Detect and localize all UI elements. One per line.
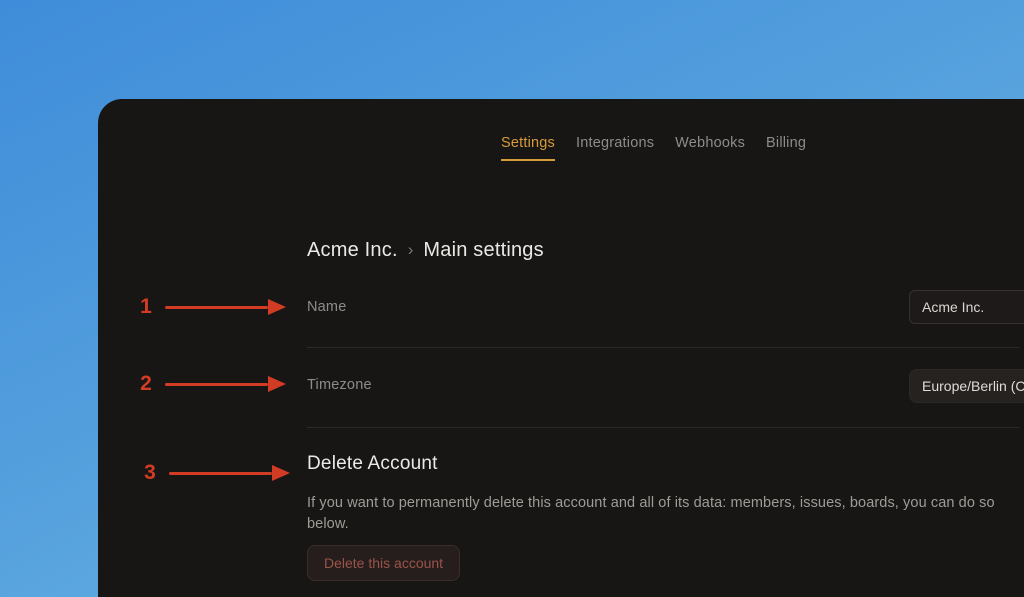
name-field-label: Name <box>307 299 347 315</box>
breadcrumb-chevron-icon: › <box>407 239 414 259</box>
settings-window: Settings Integrations Webhooks Billing A… <box>98 99 1024 597</box>
timezone-selected-value: Europe/Berlin (CEST) +02:00 <box>922 378 1024 394</box>
arrow-line <box>165 382 268 386</box>
annotation-number: 3 <box>144 461 156 484</box>
name-input[interactable] <box>909 290 1024 324</box>
annotation-number: 1 <box>140 295 152 318</box>
tab-integrations[interactable]: Integrations <box>576 135 654 161</box>
tab-billing[interactable]: Billing <box>766 135 806 161</box>
tab-settings[interactable]: Settings <box>501 135 555 161</box>
arrow-head-icon <box>268 376 286 392</box>
tab-webhooks[interactable]: Webhooks <box>675 135 745 161</box>
annotation-number: 2 <box>140 372 152 395</box>
row-divider <box>307 347 1020 348</box>
delete-account-description: If you want to permanently delete this a… <box>307 495 995 532</box>
delete-account-heading: Delete Account <box>307 453 438 474</box>
annotation-arrow-3: 3 <box>142 461 290 485</box>
breadcrumb-account[interactable]: Acme Inc. <box>307 239 398 262</box>
arrow-line <box>169 471 272 475</box>
delete-account-button[interactable]: Delete this account <box>307 545 461 581</box>
timezone-select[interactable]: Europe/Berlin (CEST) +02:00 <box>909 369 1024 403</box>
breadcrumb-page-title: Main settings <box>423 239 544 261</box>
top-nav: Settings Integrations Webhooks Billing <box>501 135 806 161</box>
annotation-arrow-2: 2 <box>138 372 286 396</box>
arrow-line <box>165 305 268 309</box>
row-divider <box>307 427 1020 428</box>
annotation-arrow-1: 1 <box>138 295 286 319</box>
breadcrumb: Acme Inc. › Main settings <box>307 239 544 262</box>
timezone-field-label: Timezone <box>307 377 372 393</box>
arrow-head-icon <box>268 299 286 315</box>
arrow-head-icon <box>272 465 290 481</box>
